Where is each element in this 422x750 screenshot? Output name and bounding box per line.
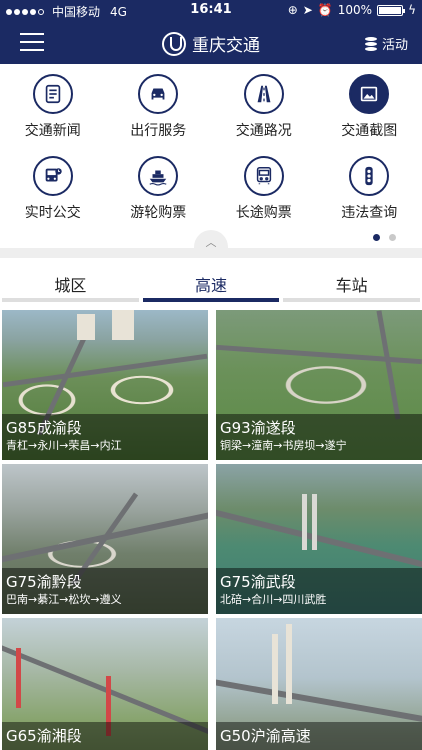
grid-item-label: 交通路况 xyxy=(235,123,292,139)
app-title: 重庆交通 xyxy=(0,31,422,56)
card-caption: G50沪渝高速 xyxy=(216,722,422,750)
highway-card[interactable]: G75渝黔段 巴南→綦江→松坎→遵义 xyxy=(2,464,208,614)
coach-icon xyxy=(243,156,284,196)
grid-item-label: 交通新闻 xyxy=(24,123,81,139)
highway-list: G85成渝段 青杠→永川→荣昌→内江 G93渝遂段 铜梁→潼南→书房坝→遂宁 G… xyxy=(0,306,422,750)
grid-item-label: 长途购票 xyxy=(235,205,292,221)
grid-item-label: 实时公交 xyxy=(24,205,81,221)
service-grid: 交通新闻 出行服务 交通路况 交通截图 实时公交 游轮购票 长途购票 违法查询 xyxy=(0,74,422,222)
highway-card[interactable]: G75渝武段 北碚→合川→四川武胜 xyxy=(216,464,422,614)
tab-highway[interactable]: 高速 xyxy=(141,258,282,302)
highway-card[interactable]: G50沪渝高速 xyxy=(216,618,422,750)
grid-item-screenshot[interactable]: 交通截图 xyxy=(317,74,422,140)
battery-percent: 100% xyxy=(337,3,373,17)
car-icon xyxy=(138,74,179,114)
grid-item-label: 游轮购票 xyxy=(130,205,187,221)
road-icon xyxy=(243,74,284,114)
alarm-icon: ⏰ xyxy=(317,3,333,17)
card-route: 青杠→永川→荣昌→内江 xyxy=(6,439,122,452)
card-route: 巴南→綦江→松坎→遵义 xyxy=(6,593,122,606)
highway-card[interactable]: G93渝遂段 铜梁→潼南→书房坝→遂宁 xyxy=(216,310,422,460)
card-caption: G93渝遂段 铜梁→潼南→书房坝→遂宁 xyxy=(216,414,422,460)
card-title: G75渝武段 xyxy=(220,573,296,591)
card-title: G93渝遂段 xyxy=(220,419,296,437)
traffic-light-icon xyxy=(349,156,390,196)
app-title-text: 重庆交通 xyxy=(192,36,260,56)
card-title: G75渝黔段 xyxy=(6,573,82,591)
activity-button[interactable]: 活动 xyxy=(364,34,408,53)
logo-icon xyxy=(162,31,186,56)
grid-item-coach-ticket[interactable]: 长途购票 xyxy=(211,156,317,222)
grid-item-realtime-bus[interactable]: 实时公交 xyxy=(0,156,106,222)
activity-label: 活动 xyxy=(381,38,408,53)
grid-item-news[interactable]: 交通新闻 xyxy=(0,74,106,140)
highway-card[interactable]: G85成渝段 青杠→永川→荣昌→内江 xyxy=(2,310,208,460)
grid-item-label: 交通截图 xyxy=(341,123,398,139)
card-caption: G75渝黔段 巴南→綦江→松坎→遵义 xyxy=(2,568,208,614)
grid-item-violation-query[interactable]: 违法查询 xyxy=(317,156,422,222)
nav-bar: 重庆交通 活动 xyxy=(0,22,422,64)
card-caption: G65渝湘段 xyxy=(2,722,208,750)
highway-card[interactable]: G65渝湘段 xyxy=(2,618,208,750)
coins-icon xyxy=(364,36,377,51)
page-dot-2[interactable] xyxy=(389,234,396,241)
bus-icon xyxy=(32,156,73,196)
ship-icon xyxy=(138,156,179,196)
page-dot-1[interactable] xyxy=(373,234,380,241)
lock-rotation-icon: ⊕ xyxy=(287,3,298,17)
card-route: 北碚→合川→四川武胜 xyxy=(220,593,327,606)
location-icon: ➤ xyxy=(302,3,313,17)
image-icon xyxy=(349,74,390,114)
tab-bar: 城区 高速 车站 xyxy=(0,258,422,302)
charging-icon: ϟ xyxy=(408,3,416,17)
status-bar: 中国移动 4G 16:41 ⊕ ➤ ⏰ 100% ϟ xyxy=(0,0,422,22)
grid-item-travel-service[interactable]: 出行服务 xyxy=(106,74,212,140)
page-indicator xyxy=(373,234,396,241)
news-icon xyxy=(32,74,73,114)
card-caption: G75渝武段 北碚→合川→四川武胜 xyxy=(216,568,422,614)
grid-item-label: 出行服务 xyxy=(130,123,187,139)
card-title: G65渝湘段 xyxy=(6,727,82,745)
card-route: 铜梁→潼南→书房坝→遂宁 xyxy=(220,439,347,452)
tab-city[interactable]: 城区 xyxy=(0,258,141,302)
collapse-chevron-icon[interactable]: ︿ xyxy=(194,230,228,254)
grid-item-label: 违法查询 xyxy=(341,205,398,221)
top-bar: 中国移动 4G 16:41 ⊕ ➤ ⏰ 100% ϟ 重庆交通 活动 xyxy=(0,0,422,64)
tab-station[interactable]: 车站 xyxy=(281,258,422,302)
card-title: G85成渝段 xyxy=(6,419,82,437)
grid-item-road-status[interactable]: 交通路况 xyxy=(211,74,317,140)
card-caption: G85成渝段 青杠→永川→荣昌→内江 xyxy=(2,414,208,460)
battery-icon xyxy=(377,4,406,16)
grid-item-cruise-ticket[interactable]: 游轮购票 xyxy=(106,156,212,222)
card-title: G50沪渝高速 xyxy=(220,727,311,745)
